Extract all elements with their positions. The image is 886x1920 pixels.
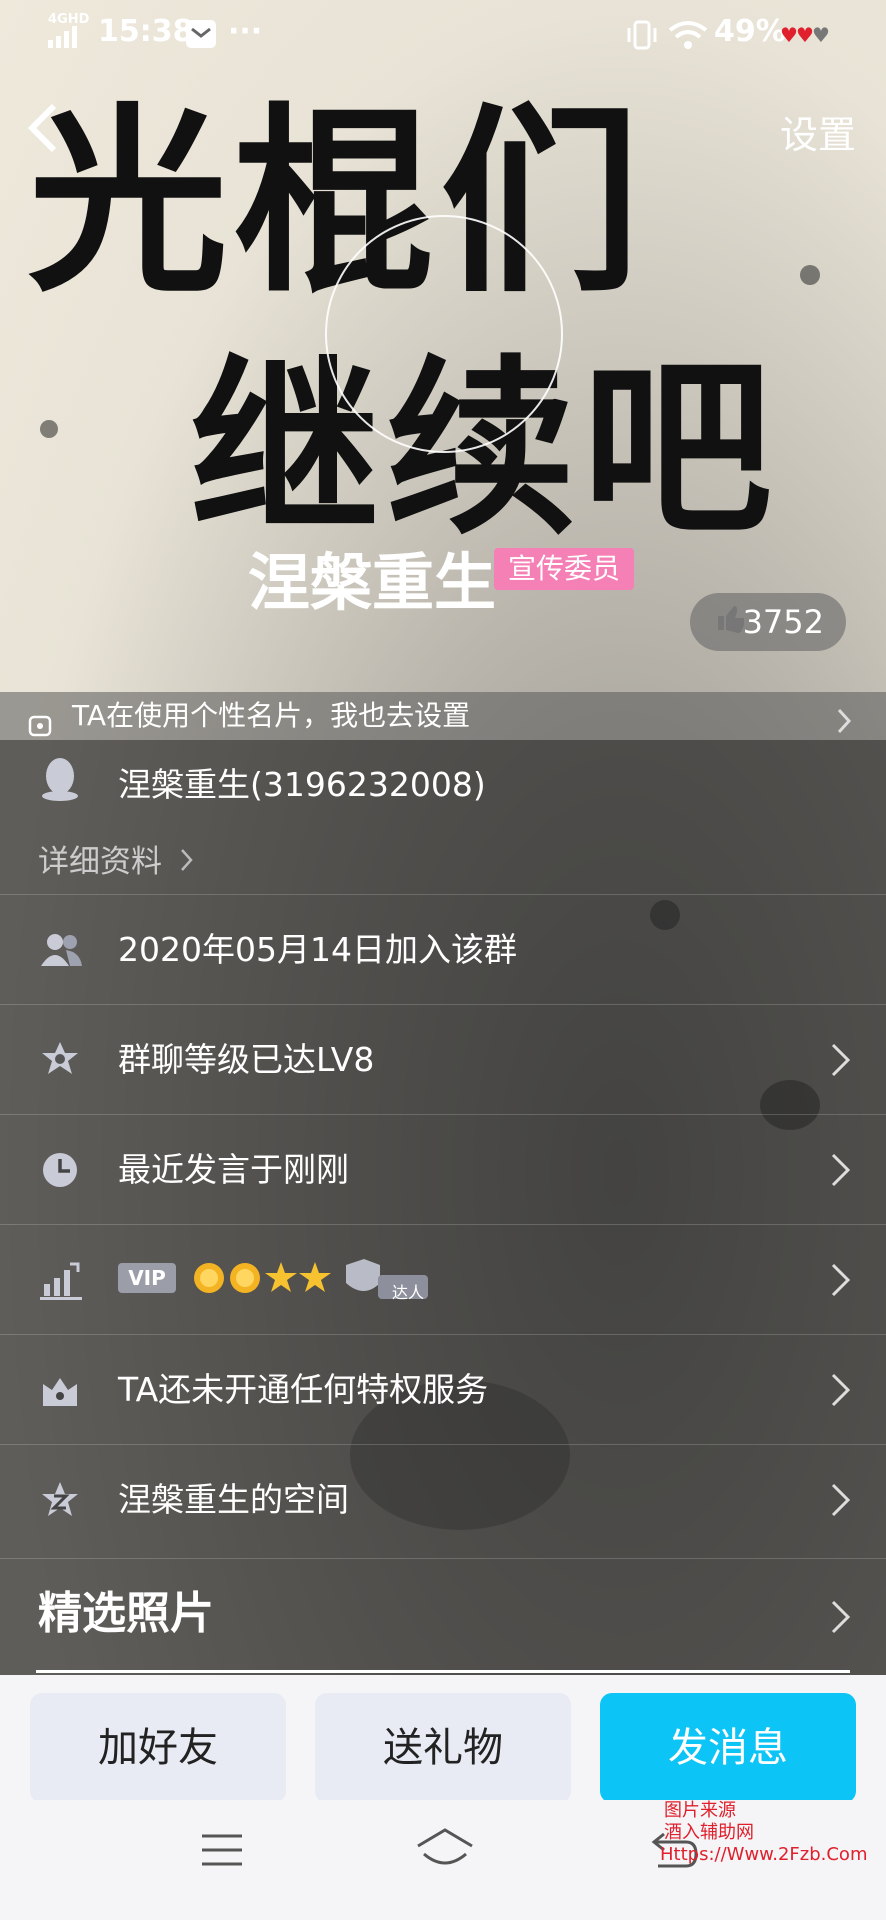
ink-blot <box>40 420 58 438</box>
talent-label: 达人 <box>392 1283 425 1302</box>
privilege-row[interactable]: TA还未开通任何特权服务 <box>0 1334 886 1445</box>
settings-button[interactable]: 设置 <box>780 104 856 159</box>
ink-blot <box>800 265 820 285</box>
info-panel: 涅槃重生(3196232008) 详细资料 2020年05月14日加入该群 群聊… <box>0 740 886 1675</box>
battery-hearts-icon: ♥ ♥ ♥ <box>780 23 834 50</box>
chevron-right-icon <box>831 1600 851 1634</box>
back-button[interactable] <box>22 100 66 156</box>
chevron-right-icon <box>831 1153 851 1187</box>
back-arrow-icon <box>27 103 57 153</box>
menu-icon <box>202 1834 242 1866</box>
sun-badge-icon <box>228 1261 262 1299</box>
send-message-button[interactable]: 发消息 <box>600 1693 856 1803</box>
clock-time: 15:38 <box>98 14 194 49</box>
namecard-tip-text: TA在使用个性名片，我也去设置 <box>72 699 471 732</box>
sun-badge-icon <box>192 1261 226 1299</box>
details-link-label: 详细资料 <box>38 844 162 880</box>
details-link[interactable]: 详细资料 <box>38 836 194 881</box>
status-bar: 4GHD 15:38 ··· 49% ♥ ♥ ♥ <box>0 0 886 70</box>
join-date-row: 2020年05月14日加入该群 <box>0 894 886 1005</box>
crown-icon <box>40 1370 80 1410</box>
namecard-tip-bar[interactable]: TA在使用个性名片，我也去设置 <box>0 692 886 740</box>
mail-icon <box>186 20 216 52</box>
group-level-row[interactable]: 群聊等级已达LV8 <box>0 1004 886 1115</box>
photo-strip-divider <box>36 1670 850 1673</box>
vip-badge: VIP <box>118 1263 176 1293</box>
role-badge: 宣传委员 <box>494 548 635 590</box>
last-speak-text: 最近发言于刚刚 <box>118 1150 349 1189</box>
network-type: 4GHD <box>48 12 90 27</box>
watermark-line-1: 图片来源 <box>664 1800 736 1821</box>
qzone-icon <box>40 1480 80 1520</box>
group-level-text: 群聊等级已达LV8 <box>118 1040 375 1079</box>
home-nav-button[interactable] <box>414 1826 476 1876</box>
chevron-right-icon <box>831 1263 851 1297</box>
profile-nickname: 涅槃重生 <box>248 546 497 619</box>
star-level-icon <box>264 1261 298 1299</box>
chevron-right-icon <box>180 849 193 871</box>
chevron-right-icon <box>831 1483 851 1517</box>
likes-count: 3752 <box>742 603 824 641</box>
rank-chart-icon <box>40 1260 82 1300</box>
likes-button[interactable]: 3752 <box>690 593 846 651</box>
wifi-icon <box>668 20 708 54</box>
group-members-icon <box>40 930 82 970</box>
home-icon <box>417 1828 473 1865</box>
featured-photos-title: 精选照片 <box>38 1588 214 1639</box>
level-badges-row[interactable]: VIP 达人 <box>0 1224 886 1335</box>
qq-id-line: 涅槃重生(3196232008) <box>118 765 486 804</box>
battery-percent: 49% <box>714 14 786 49</box>
chevron-right-icon <box>831 1043 851 1077</box>
qzone-row[interactable]: 涅槃重生的空间 <box>0 1444 886 1555</box>
more-dots-icon: ··· <box>228 14 263 49</box>
avatar[interactable] <box>325 215 563 453</box>
signal-icon <box>48 26 84 52</box>
privilege-text: TA还未开通任何特权服务 <box>118 1370 489 1409</box>
qq-penguin-icon <box>40 754 80 806</box>
star-level-icon <box>298 1261 332 1299</box>
vibrate-icon <box>626 20 658 54</box>
join-date-text: 2020年05月14日加入该群 <box>118 930 517 969</box>
send-gift-button[interactable]: 送礼物 <box>315 1693 571 1803</box>
svg-text:♥: ♥ <box>812 24 830 46</box>
clock-icon <box>40 1150 80 1190</box>
thumbs-up-icon <box>714 593 746 669</box>
last-speak-row[interactable]: 最近发言于刚刚 <box>0 1114 886 1225</box>
qzone-text: 涅槃重生的空间 <box>118 1480 349 1519</box>
chevron-right-icon <box>831 1373 851 1407</box>
watermark-line-3: Https://Www.2Fzb.Com <box>660 1844 868 1865</box>
watermark-line-2: 酒入辅助网 <box>664 1822 754 1843</box>
add-friend-button[interactable]: 加好友 <box>30 1693 286 1803</box>
system-nav-bar: 图片来源 酒入辅助网 Https://Www.2Fzb.Com <box>0 1800 886 1920</box>
featured-photos-row[interactable]: 精选照片 <box>0 1558 886 1669</box>
menu-nav-button[interactable] <box>200 1830 244 1874</box>
star-badge-icon <box>40 1040 80 1080</box>
action-bar: 加好友 送礼物 发消息 <box>0 1675 886 1803</box>
